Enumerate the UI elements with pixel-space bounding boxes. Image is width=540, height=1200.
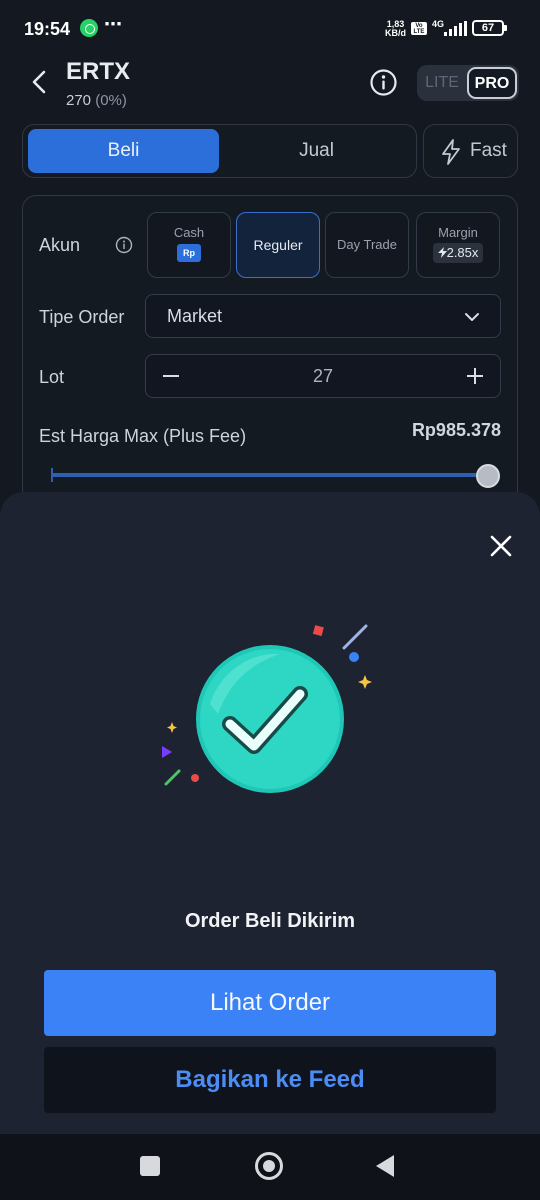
view-order-button[interactable]: Lihat Order xyxy=(44,970,496,1036)
margin-multiplier: 2.85x xyxy=(446,245,479,260)
est-price-label: Est Harga Max (Plus Fee) xyxy=(39,426,247,446)
buy-sell-tabs: Beli Jual xyxy=(22,124,417,178)
success-check-icon xyxy=(162,624,372,793)
ticker-title: ERTX xyxy=(66,58,131,85)
battery-level: 67 xyxy=(481,22,495,34)
account-day-trade-label: Day Trade xyxy=(337,237,397,252)
est-price-value: Rp985.378 xyxy=(411,420,501,440)
lite-pro-toggle[interactable]: LITE PRO xyxy=(417,65,519,101)
net-speed-unit: KB/d xyxy=(385,28,406,38)
back-icon[interactable] xyxy=(374,1153,396,1179)
lot-label: Lot xyxy=(39,367,65,387)
fast-order-button[interactable]: Fast xyxy=(423,124,518,178)
fast-label: Fast xyxy=(470,140,507,161)
order-sent-sheet: Order Beli Dikirim Lihat Order Bagikan k… xyxy=(0,492,540,1134)
lot-value[interactable]: 27 xyxy=(146,366,500,387)
whatsapp-icon xyxy=(80,19,98,37)
account-margin-label: Margin xyxy=(438,225,478,240)
mode-lite[interactable]: LITE xyxy=(417,65,467,101)
status-bar: 19:54 ⋯ 1,83 KB/d Vo LTE 4G 67 xyxy=(0,0,540,56)
account-margin[interactable]: Margin 2.85x xyxy=(416,212,500,278)
order-type-value: Market xyxy=(167,306,223,326)
order-type-label: Tipe Order xyxy=(39,307,125,327)
order-type-select[interactable]: Market xyxy=(145,294,501,338)
account-cash[interactable]: Cash Rp xyxy=(147,212,231,278)
system-nav-bar xyxy=(0,1134,540,1200)
account-reguler-label: Reguler xyxy=(253,237,303,253)
signal-icon xyxy=(442,21,467,36)
share-to-feed-button[interactable]: Bagikan ke Feed xyxy=(44,1047,496,1113)
account-day-trade[interactable]: Day Trade xyxy=(325,212,409,278)
lightning-icon xyxy=(442,139,460,165)
info-icon[interactable] xyxy=(369,68,398,97)
slider-thumb[interactable] xyxy=(476,464,500,488)
battery-icon: 67 xyxy=(472,20,507,36)
account-cash-label: Cash xyxy=(173,225,205,240)
lot-stepper: 27 xyxy=(145,354,501,398)
info-icon[interactable] xyxy=(115,236,133,254)
rp-badge: Rp xyxy=(177,244,201,262)
net-speed: 1,83 KB/d xyxy=(385,20,406,38)
more-notifications-icon: ⋯ xyxy=(104,14,123,34)
screen: 19:54 ⋯ 1,83 KB/d Vo LTE 4G 67 ERTX 270 … xyxy=(0,0,540,1200)
volte-icon: Vo LTE xyxy=(411,22,427,35)
order-form: Akun Cash Rp Reguler Day Trade Margin 2.… xyxy=(22,195,518,515)
tab-sell[interactable]: Jual xyxy=(221,129,412,173)
tab-buy[interactable]: Beli xyxy=(28,129,219,173)
sheet-title: Order Beli Dikirim xyxy=(184,910,356,932)
recents-icon[interactable] xyxy=(140,1156,160,1176)
home-icon[interactable] xyxy=(255,1152,283,1180)
price-value: 270 xyxy=(66,92,92,109)
price-change: (0%) xyxy=(95,92,127,109)
ticker-price: 270 (0%) xyxy=(66,92,127,109)
plus-icon[interactable] xyxy=(464,365,486,387)
back-arrow-icon[interactable] xyxy=(28,68,52,96)
chevron-down-icon xyxy=(465,313,479,321)
account-label: Akun xyxy=(39,235,81,255)
status-time: 19:54 xyxy=(24,19,71,39)
account-reguler[interactable]: Reguler xyxy=(236,212,320,278)
amount-slider[interactable] xyxy=(51,473,491,477)
close-icon[interactable] xyxy=(489,534,513,558)
lightning-icon xyxy=(437,247,447,258)
margin-multiplier-badge: 2.85x xyxy=(432,243,484,263)
mode-pro[interactable]: PRO xyxy=(467,67,517,99)
